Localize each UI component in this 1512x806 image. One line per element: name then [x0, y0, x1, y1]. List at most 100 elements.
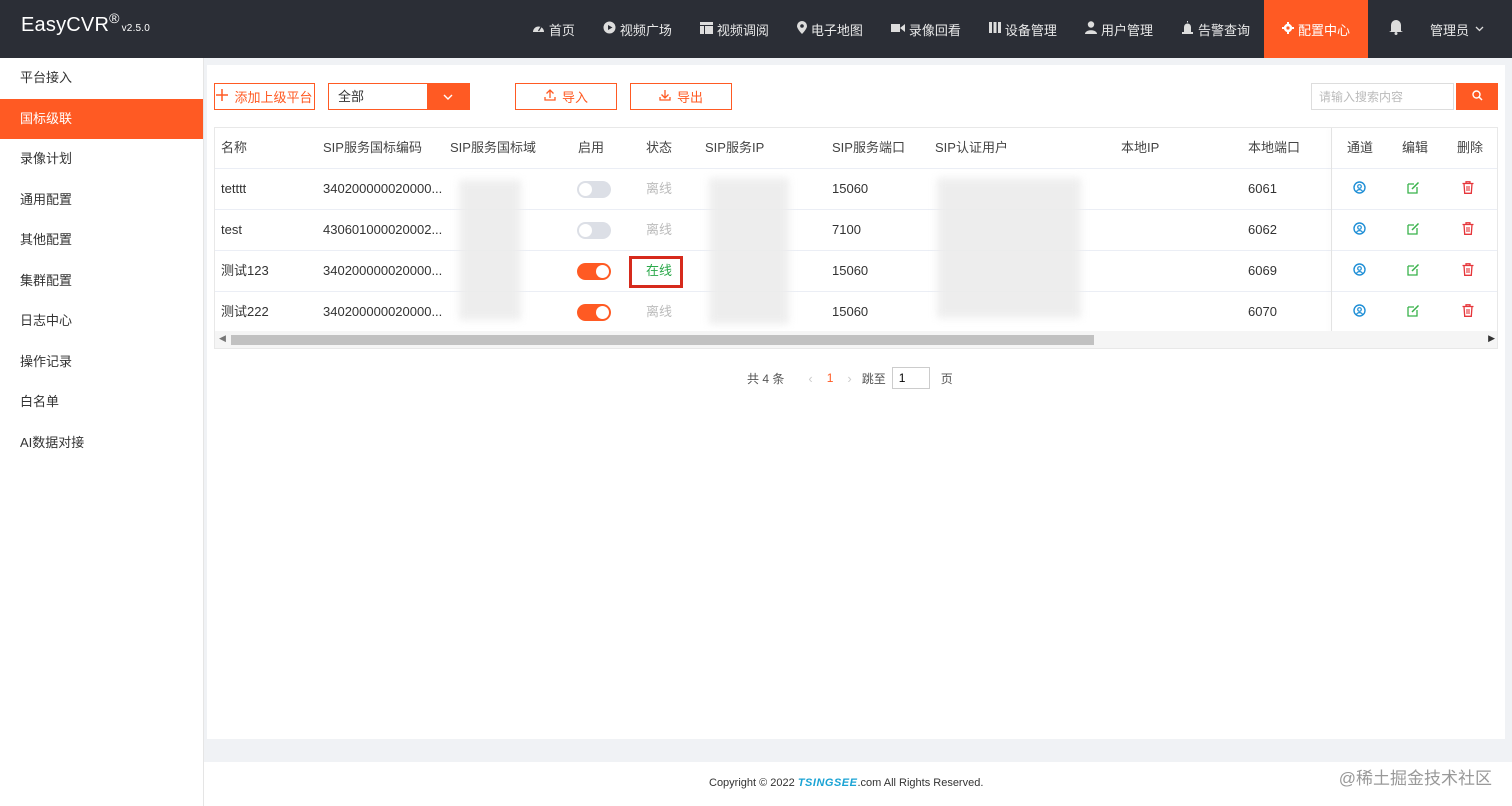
cell-name: 测试123 [221, 263, 269, 278]
total-count: 共 4 条 [747, 371, 785, 386]
add-parent-platform-button[interactable]: 添加上级平台 [214, 83, 315, 110]
channel-icon [1352, 181, 1366, 197]
cell-status: 离线 [646, 181, 673, 196]
table-row: test 430601000020002... 离线 7100 6062 [215, 210, 1497, 251]
delete-button[interactable] [1459, 221, 1477, 239]
nav-item-video-review[interactable]: 视频调阅 [686, 0, 783, 58]
channel-button[interactable] [1350, 303, 1368, 321]
col-header-sip-ip: SIP服务IP [705, 140, 765, 155]
nav-item-playback[interactable]: 录像回看 [877, 0, 975, 58]
channel-button[interactable] [1350, 180, 1368, 198]
cell-local-port: 6062 [1248, 222, 1277, 237]
nav-label: 设备管理 [1004, 22, 1057, 38]
delete-button[interactable] [1459, 180, 1477, 198]
cell-name: tetttt [221, 181, 247, 196]
nav-label: 配置中心 [1297, 22, 1350, 38]
cell-sip-port: 15060 [832, 304, 869, 319]
main-nav: 首页 视频广场 视频调阅 电子地图 录像回看 设备管理 用户管理 告警查询 配置… [518, 0, 1512, 58]
toggle-knob [596, 265, 609, 278]
sidebar-item-operation-log[interactable]: 操作记录 [0, 342, 203, 383]
redacted-sip-domain [459, 180, 521, 320]
next-page-icon[interactable]: › [847, 371, 851, 386]
sidebar-item-ai-data[interactable]: AI数据对接 [0, 423, 203, 464]
sidebar-item-other-config[interactable]: 其他配置 [0, 220, 203, 261]
prev-page-icon[interactable]: ‹ [808, 371, 812, 386]
sidebar-item-recording-plan[interactable]: 录像计划 [0, 139, 203, 180]
toggle-knob [596, 306, 609, 319]
edit-button[interactable] [1404, 303, 1422, 321]
horizontal-scrollbar[interactable]: ◀ ▶ [215, 331, 1497, 348]
nav-item-video-square[interactable]: 视频广场 [589, 0, 686, 58]
col-header-edit: 编辑 [1402, 140, 1429, 155]
jump-page-input[interactable] [891, 367, 930, 389]
nav-label: 用户管理 [1100, 22, 1153, 38]
nav-item-map[interactable]: 电子地图 [783, 0, 877, 58]
nav-label: 录像回看 [908, 22, 961, 38]
edit-button[interactable] [1404, 221, 1422, 239]
enable-toggle[interactable] [577, 304, 611, 321]
scroll-left-arrow-icon[interactable]: ◀ [219, 333, 226, 344]
upload-icon [544, 89, 556, 104]
plus-icon [216, 89, 229, 104]
cascade-table: 名称 SIP服务国标编码 SIP服务国标域 启用 状态 SIP服务IP SIP服… [214, 127, 1498, 349]
add-parent-platform-label: 添加上级平台 [234, 90, 313, 105]
page-number[interactable]: 1 [827, 371, 834, 385]
app-version: v2.5.0 [121, 23, 151, 34]
content-panel: 添加上级平台 全部 导入 导出 名称 SIP服务国标编码 SIP服务国标域 启用… [207, 65, 1505, 739]
app-logo[interactable]: EasyCVR®v2.5.0 [21, 10, 151, 37]
nav-item-alarms[interactable]: 告警查询 [1167, 0, 1264, 58]
sidebar-item-cluster-config[interactable]: 集群配置 [0, 261, 203, 302]
copyright: Copyright © 2022 TSINGSEE.com All Rights… [709, 777, 983, 789]
app-name: EasyCVR [21, 14, 110, 36]
chevron-down-icon[interactable] [427, 84, 469, 109]
user-name: 管理员 [1429, 22, 1469, 38]
gear-icon [1281, 21, 1294, 37]
scrollbar-thumb[interactable] [231, 335, 1094, 345]
scroll-right-arrow-icon[interactable]: ▶ [1488, 333, 1495, 344]
video-camera-icon [890, 22, 905, 36]
nav-item-devices[interactable]: 设备管理 [975, 0, 1071, 58]
col-header-local-port: 本地端口 [1248, 140, 1301, 155]
delete-button[interactable] [1459, 262, 1477, 280]
edit-icon [1406, 222, 1420, 238]
cell-sip-code: 340200000020000... [323, 181, 443, 196]
cell-sip-code: 340200000020000... [323, 304, 443, 319]
col-header-sip-user: SIP认证用户 [935, 140, 1008, 155]
enable-toggle[interactable] [577, 181, 611, 198]
nav-item-config-center[interactable]: 配置中心 [1263, 0, 1368, 58]
nav-item-users[interactable]: 用户管理 [1071, 0, 1167, 58]
sidebar-item-platform-access[interactable]: 平台接入 [0, 58, 203, 99]
trash-icon [1462, 304, 1474, 320]
channel-button[interactable] [1350, 221, 1368, 239]
enable-toggle[interactable] [577, 263, 611, 280]
sidebar-item-gb-cascade[interactable]: 国标级联 [0, 98, 203, 139]
search-button[interactable] [1456, 83, 1498, 110]
nav-item-home[interactable]: 首页 [518, 0, 589, 58]
channel-icon [1352, 263, 1366, 279]
sidebar-item-whitelist[interactable]: 白名单 [0, 382, 203, 423]
top-bar: EasyCVR®v2.5.0 首页 视频广场 视频调阅 电子地图 录像回看 设备… [0, 0, 1512, 58]
user-menu[interactable]: 管理员 [1424, 0, 1512, 58]
col-header-enabled: 启用 [578, 140, 605, 155]
nav-label: 视频广场 [619, 22, 672, 38]
edit-button[interactable] [1404, 262, 1422, 280]
enable-toggle[interactable] [577, 222, 611, 239]
export-button[interactable]: 导出 [630, 83, 732, 110]
edit-button[interactable] [1404, 180, 1422, 198]
sidebar-item-log-center[interactable]: 日志中心 [0, 301, 203, 342]
nav-label: 首页 [548, 22, 575, 38]
alarm-icon [1181, 21, 1194, 37]
delete-button[interactable] [1459, 303, 1477, 321]
sidebar-item-general-config[interactable]: 通用配置 [0, 180, 203, 221]
import-label: 导入 [561, 90, 588, 105]
import-button[interactable]: 导入 [515, 83, 617, 110]
filter-select[interactable]: 全部 [328, 83, 470, 110]
search-input[interactable] [1311, 83, 1454, 110]
col-header-sip-domain: SIP服务国标域 [450, 140, 536, 155]
status-highlight-box [629, 256, 683, 288]
channel-button[interactable] [1350, 262, 1368, 280]
notification-bell[interactable] [1368, 0, 1424, 58]
table-row: 测试123 340200000020000... 在线 15060 6069 [215, 251, 1497, 292]
trash-icon [1462, 263, 1474, 279]
trash-icon [1462, 181, 1474, 197]
